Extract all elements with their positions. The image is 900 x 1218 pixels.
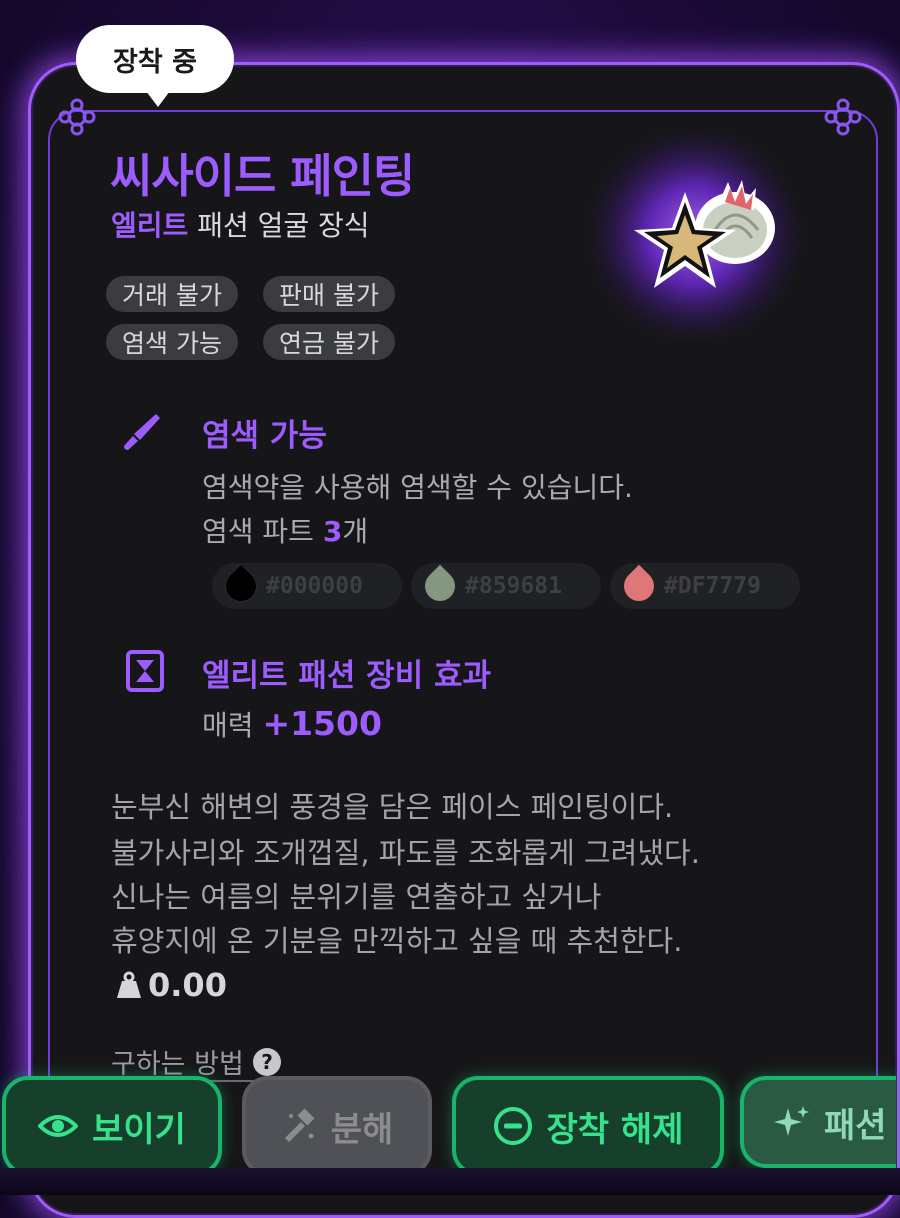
eye-icon (38, 1115, 79, 1137)
description-line: 휴양지에 온 기분을 만끽하고 싶을 때 추천한다. (111, 924, 683, 958)
dye-parts-count: 3 (322, 515, 343, 548)
tag-trade-disabled: 거래 불가 (106, 276, 238, 312)
dye-color-chip[interactable]: #859681 (411, 563, 601, 609)
dye-drop-icon (219, 564, 263, 608)
item-weight-value: 0.00 (148, 966, 227, 1004)
dye-parts-label: 염색 파트 (202, 515, 314, 548)
item-weight: 0.00 (116, 966, 227, 1004)
minus-circle-icon (493, 1107, 532, 1145)
bottom-bar-background (0, 1168, 900, 1195)
item-subtitle: 엘리트 패션 얼굴 장식 (111, 204, 370, 244)
item-category: 패션 얼굴 장식 (197, 209, 370, 242)
show-button[interactable]: 보이기 (2, 1076, 222, 1176)
tag-sell-disabled: 판매 불가 (263, 276, 395, 312)
description-line: 눈부신 해변의 풍경을 담은 페이스 페인팅이다. (111, 790, 674, 824)
hourglass-card-icon (126, 650, 164, 692)
dye-color-chip[interactable]: #DF7779 (610, 563, 800, 609)
effect-section-title: 엘리트 패션 장비 효과 (202, 658, 492, 694)
weight-icon (117, 971, 141, 998)
tag-dye-enabled: 염색 가능 (106, 324, 238, 360)
dye-drop-icon (617, 564, 661, 608)
dye-parts-unit: 개 (342, 515, 369, 548)
dye-description: 염색약을 사용해 염색할 수 있습니다. (202, 471, 633, 504)
sparkle-icon (774, 1106, 809, 1136)
hammer-icon (284, 1108, 315, 1142)
svg-text:?: ? (261, 1050, 273, 1074)
corner-ornament-icon (58, 98, 96, 136)
dye-color-chip[interactable]: #000000 (212, 563, 402, 609)
show-button-label: 보이기 (92, 1109, 186, 1150)
dye-parts: 염색 파트 3개 (202, 510, 368, 550)
dye-color-label: #859681 (465, 573, 562, 599)
dye-drop-icon (418, 564, 462, 608)
dye-section-title: 염색 가능 (202, 418, 327, 454)
unequip-button[interactable]: 장착 해제 (452, 1076, 724, 1176)
corner-ornament-icon (824, 98, 862, 136)
item-name: 씨사이드 페인팅 (110, 149, 415, 203)
equipped-badge: 장착 중 (76, 25, 234, 107)
item-image (585, 125, 805, 340)
dye-color-label: #000000 (266, 573, 363, 599)
disassemble-button-label: 분해 (330, 1109, 394, 1150)
unequip-button-label: 장착 해제 (546, 1109, 684, 1150)
fashion-button[interactable]: 패션 (740, 1076, 896, 1168)
disassemble-button[interactable]: 분해 (242, 1076, 432, 1176)
description-line: 불가사리와 조개껍질, 파도를 조화롭게 그려냈다. (111, 836, 700, 870)
brush-icon (124, 414, 160, 450)
tag-alchemy-disabled: 연금 불가 (263, 324, 395, 360)
fashion-button-label: 패션 (824, 1105, 887, 1146)
help-icon[interactable]: ? (252, 1047, 282, 1077)
description-line: 신나는 여름의 분위기를 연출하고 싶거나 (111, 880, 602, 914)
effect-stat: 매력 +1500 (202, 704, 382, 744)
effect-stat-value: +1500 (262, 704, 382, 743)
dye-color-label: #DF7779 (664, 573, 761, 599)
item-rarity: 엘리트 (111, 209, 189, 242)
effect-stat-label: 매력 (202, 709, 254, 742)
